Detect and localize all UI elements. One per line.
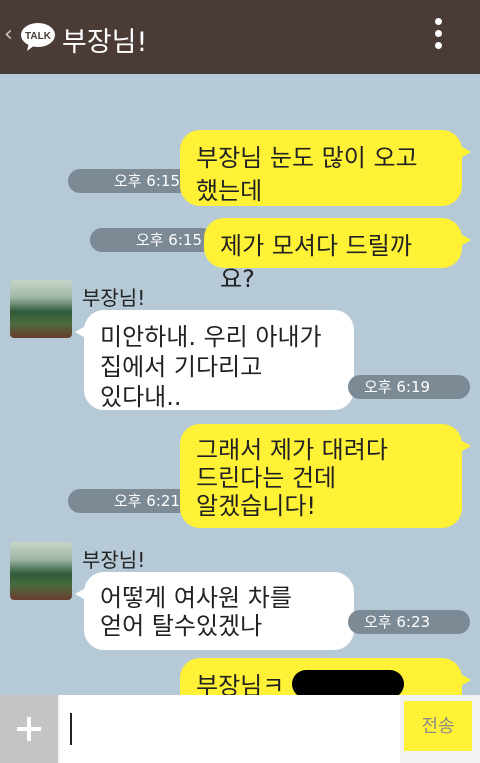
my-message-bubble[interactable]: 부장님 눈도 많이 오고 했는데 xyxy=(180,130,471,206)
redaction-mark xyxy=(292,670,404,695)
overflow-menu-icon[interactable] xyxy=(428,18,448,58)
sender-avatar[interactable] xyxy=(10,542,72,600)
message-input[interactable] xyxy=(60,695,441,763)
chat-header: ‹ TALK 부장님! xyxy=(0,0,480,74)
message-time: 오후 6:19 xyxy=(348,375,470,399)
message-time: 오후 6:21 xyxy=(68,489,192,513)
chat-title: 부장님! xyxy=(62,27,148,58)
back-chevron-icon[interactable]: ‹ xyxy=(4,22,13,47)
message-time: 오후 6:15 xyxy=(90,228,214,252)
send-button[interactable]: 전송 xyxy=(404,701,472,751)
logo-text: TALK xyxy=(25,31,52,42)
sender-name: 부장님! xyxy=(82,548,146,572)
sender-name: 부장님! xyxy=(82,286,146,310)
input-bar: 전송 xyxy=(0,695,480,763)
their-message-bubble[interactable]: 어떻게 여사원 차를 얻어 탈수있겠나 xyxy=(75,572,354,650)
message-list[interactable]: 오후 6:15 부장님 눈도 많이 오고 했는데 오후 6:15 제가 모셔다 … xyxy=(0,74,480,695)
text-cursor xyxy=(70,713,72,745)
attach-plus-button[interactable] xyxy=(0,695,58,763)
kakaotalk-logo-icon: TALK xyxy=(21,23,55,51)
message-time: 오후 6:15 xyxy=(68,169,192,193)
their-message-bubble[interactable]: 미안하내. 우리 아내가 집에서 기다리고 있다내.. xyxy=(75,310,354,411)
message-time: 오후 6:23 xyxy=(348,610,470,634)
my-message-bubble[interactable]: 제가 모셔다 드릴까요? xyxy=(204,218,471,293)
my-message-bubble[interactable]: 그래서 제가 대려다 드린다는 건데 알겠습니다! xyxy=(180,424,471,528)
sender-avatar[interactable] xyxy=(10,280,72,338)
